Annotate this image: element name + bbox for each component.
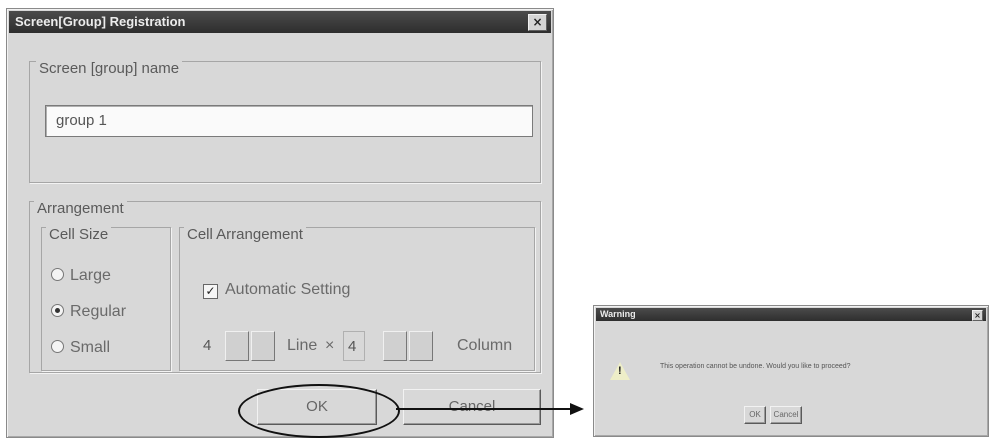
warning-cancel-button[interactable]: Cancel	[770, 406, 802, 424]
radio-large-label: Large	[70, 267, 111, 284]
registration-dialog: Screen[Group] Registration × Screen [gro…	[6, 8, 554, 438]
ok-highlight-ellipse	[238, 384, 400, 438]
screen-name-group-label: Screen [group] name	[36, 60, 183, 77]
close-icon[interactable]: ×	[528, 14, 547, 31]
dialog-title-bar[interactable]: Screen[Group] Registration ×	[9, 11, 551, 33]
radio-regular-button[interactable]	[51, 304, 64, 317]
warning-title-bar[interactable]: Warning ×	[596, 308, 986, 321]
cell-size-label: Cell Size	[46, 226, 112, 243]
line-label: Line	[287, 337, 318, 354]
warning-ok-button[interactable]: OK	[744, 406, 766, 424]
radio-large-button[interactable]	[51, 268, 64, 281]
warning-title: Warning	[600, 309, 636, 319]
annotation-arrow-head	[570, 403, 584, 415]
line-separator: ×	[325, 337, 335, 354]
warning-close-icon[interactable]: ×	[972, 310, 983, 321]
exclamation-triangle-icon: !	[610, 362, 630, 380]
line-spin-up[interactable]	[251, 331, 275, 361]
annotation-arrow-line	[396, 408, 572, 410]
dialog-title: Screen[Group] Registration	[15, 14, 186, 29]
radio-small-button[interactable]	[51, 340, 64, 353]
automatic-setting-checkbox[interactable]: ✓	[203, 284, 218, 299]
radio-small-label: Small	[70, 339, 111, 356]
radio-regular-label: Regular	[70, 303, 127, 320]
radio-regular[interactable]: Regular	[51, 303, 126, 321]
line-count-field[interactable]: 4	[203, 331, 225, 361]
column-spin-up[interactable]	[409, 331, 433, 361]
cell-arrangement-label: Cell Arrangement	[184, 226, 306, 243]
automatic-setting-label: Automatic Setting	[225, 281, 351, 298]
column-count-field[interactable]: 4	[343, 331, 365, 361]
column-label: Column	[457, 337, 513, 354]
warning-message: This operation cannot be undone. Would y…	[660, 363, 851, 370]
screen-name-input[interactable]: group 1	[45, 105, 533, 137]
radio-small[interactable]: Small	[51, 339, 110, 357]
warning-dialog: Warning × ! This operation cannot be und…	[593, 305, 989, 437]
cancel-button[interactable]: Cancel	[403, 389, 541, 425]
line-spin-down[interactable]	[225, 331, 249, 361]
column-spin-down[interactable]	[383, 331, 407, 361]
arrangement-group-label: Arrangement	[34, 200, 127, 217]
exclamation-glyph: !	[618, 365, 622, 377]
radio-large[interactable]: Large	[51, 267, 111, 285]
